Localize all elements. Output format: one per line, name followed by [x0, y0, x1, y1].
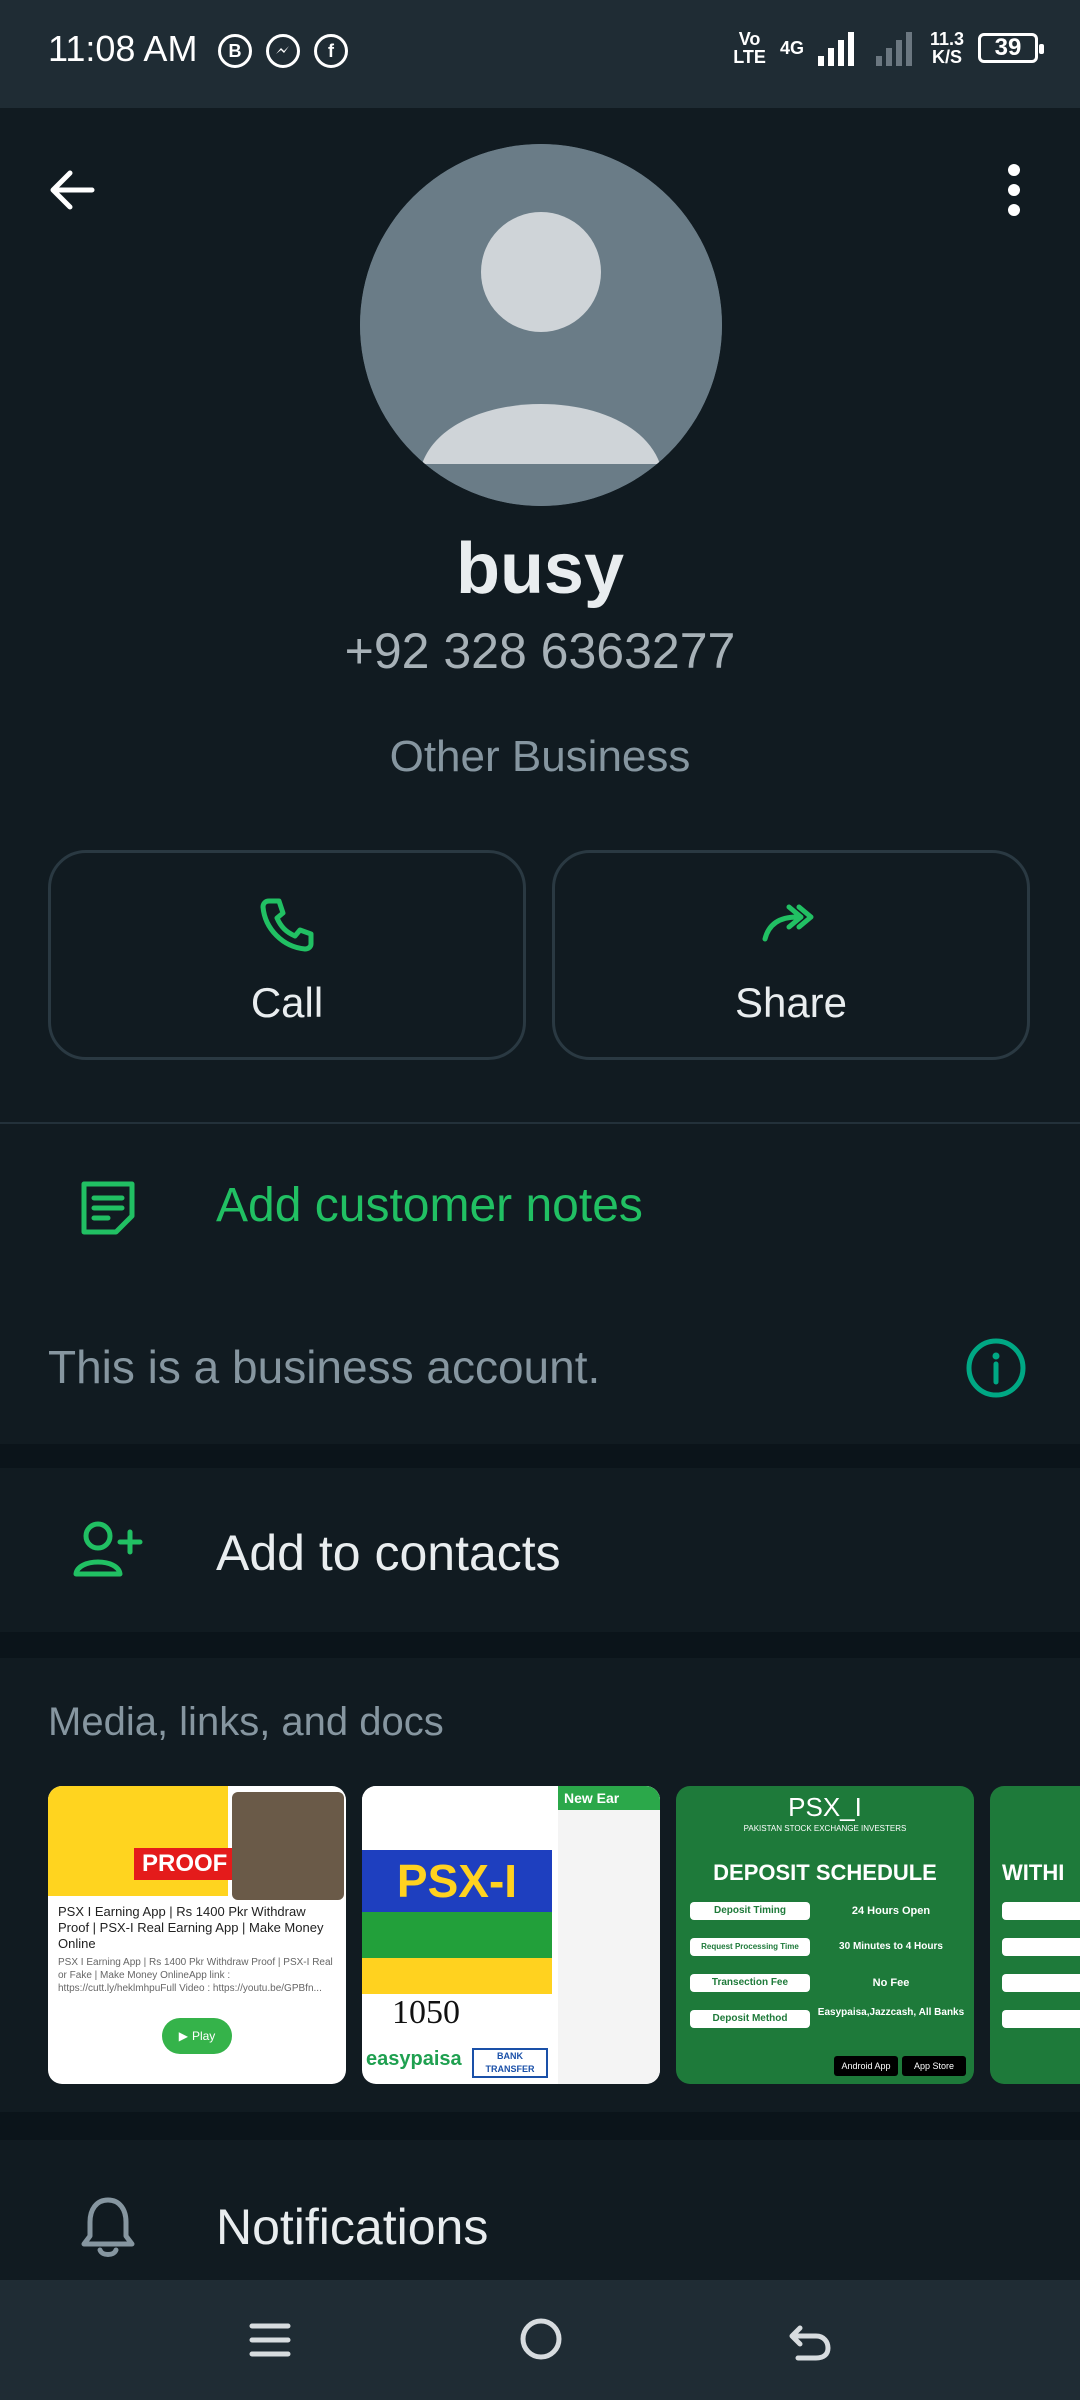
thumb2-green-band [362, 1912, 552, 1958]
section-gap [0, 2112, 1080, 2140]
signal-icon [817, 32, 854, 66]
add-to-contacts-label: Add to contacts [216, 1525, 561, 1581]
media-section-title: Media, links, and docs [48, 1700, 444, 1744]
thumb1-play-button[interactable]: ▶ Play [162, 2018, 232, 2054]
thumb3-row-3-value: No Fee [872, 1977, 910, 1989]
thumb3-row-1-key: Deposit Timing [690, 1902, 810, 1920]
thumb3-brand: PSX_I [788, 1792, 862, 1822]
thumb3-row-3-key: Transection Fee [690, 1974, 810, 1992]
notification-icons: B f [218, 34, 348, 68]
home-icon[interactable] [518, 2316, 564, 2362]
thumb4-heading: WITHI [1002, 1860, 1065, 1885]
call-label: Call [250, 979, 324, 1026]
business-account-row[interactable]: This is a business account. [0, 1294, 1080, 1444]
thumb4-row [1002, 1938, 1080, 1956]
business-account-label: This is a business account. [48, 1341, 601, 1393]
thumb1-proof-label: PROOF [134, 1848, 236, 1880]
section-gap [0, 1632, 1080, 1658]
thumb2-brand: PSX-I [362, 1850, 552, 1912]
thumb4-row [1002, 2010, 1080, 2028]
thumb2-easypaisa: easypaisa [366, 2048, 462, 2070]
back-nav-icon[interactable] [786, 2316, 834, 2364]
add-to-contacts-row[interactable]: Add to contacts [0, 1468, 1080, 1632]
status-time: 11:08 AM [48, 28, 198, 69]
thumb2-phone-panel [558, 1786, 660, 2084]
add-person-icon [73, 1521, 143, 1577]
thumb3-android-badge: Android App [834, 2056, 898, 2076]
default-person-icon [360, 144, 722, 506]
add-customer-notes-row[interactable]: Add customer notes [0, 1124, 1080, 1294]
back-arrow-icon [50, 170, 95, 210]
play-icon: ▶ [178, 2029, 188, 2043]
media-thumb-1[interactable]: PROOF PSX I Earning App | Rs 1400 Pkr Wi… [48, 1786, 346, 2084]
thumb3-row-4-key: Deposit Method [690, 2010, 810, 2028]
network-speed: 11.3 K/S [929, 29, 964, 67]
thumb2-top [362, 1786, 552, 1846]
media-thumb-3[interactable]: PSX_I PAKISTAN STOCK EXCHANGE INVESTERS … [676, 1786, 974, 2084]
thumb3-row-2-key: Request Processing Time [690, 1938, 810, 1956]
battery-indicator: 39 [978, 33, 1044, 63]
notifications-row[interactable]: Notifications [0, 2140, 1080, 2280]
profile-avatar[interactable] [360, 144, 722, 506]
contact-phone: +92 328 6363277 [344, 623, 736, 679]
media-links-docs-section[interactable]: Media, links, and docs PROOF PSX I Earni… [0, 1658, 1080, 2112]
more-options-button[interactable] [994, 160, 1034, 220]
section-gap [0, 1444, 1080, 1468]
signal-icon-secondary [875, 32, 912, 66]
network-type: 4G [779, 38, 804, 58]
media-thumb-4[interactable]: WITHI [990, 1786, 1080, 2084]
back-button[interactable] [42, 160, 102, 220]
b-app-icon: B [218, 34, 252, 68]
thumb4-row [1002, 1902, 1080, 1920]
add-customer-notes-label: Add customer notes [216, 1179, 643, 1232]
recent-apps-icon[interactable] [248, 2318, 292, 2362]
thumb1-desc: PSX I Earning App | Rs 1400 Pkr Withdraw… [58, 1957, 333, 1994]
notifications-label: Notifications [216, 2199, 489, 2255]
call-button[interactable]: Call [48, 850, 526, 1060]
info-icon[interactable] [964, 1336, 1028, 1400]
status-bar: 11:08 AM B f Vo LTE 4G 11.3 K/S 39 [0, 0, 1080, 108]
bell-icon [81, 2197, 135, 2257]
more-vert-icon [1008, 164, 1020, 216]
thumb4-row [1002, 1974, 1080, 1992]
share-forward-icon [762, 904, 814, 942]
thumb2-amount: 1050 [392, 1994, 460, 2031]
system-navigation-bar [0, 2280, 1080, 2400]
volte-indicator: Vo LTE [733, 29, 766, 67]
media-thumbnails: PROOF PSX I Earning App | Rs 1400 Pkr Wi… [48, 1786, 1080, 2086]
status-right: Vo LTE 4G 11.3 K/S 39 [733, 29, 1044, 67]
thumb3-appstore-badge: App Store [902, 2056, 966, 2076]
business-category: Other Business [389, 732, 691, 781]
phone-icon [260, 898, 314, 952]
thumb2-bank-transfer: BANK TRANSFER [472, 2048, 548, 2078]
contact-name: busy [455, 529, 625, 609]
thumb3-heading: DEPOSIT SCHEDULE [713, 1860, 937, 1885]
notes-icon [81, 1181, 135, 1235]
thumb3-row-2-value: 30 Minutes to 4 Hours [839, 1941, 943, 1952]
media-thumb-2[interactable]: PSX-I 1050 easypaisa BANK TRANSFER New E… [362, 1786, 660, 2084]
thumb2-yellow-band [362, 1958, 552, 1994]
thumb3-row-1-value: 24 Hours Open [851, 1905, 931, 1917]
thumb1-photo [232, 1792, 344, 1900]
thumb3-row-4-value: Easypaisa,Jazzcash, All Banks [817, 2007, 965, 2018]
thumb2-new-label: New Ear [558, 1786, 660, 1810]
messenger-icon [266, 34, 300, 68]
facebook-icon: f [314, 34, 348, 68]
thumb3-subtitle: PAKISTAN STOCK EXCHANGE INVESTERS [743, 1824, 907, 1833]
share-button[interactable]: Share [552, 850, 1030, 1060]
share-label: Share [734, 979, 848, 1026]
thumb1-headline: PSX I Earning App | Rs 1400 Pkr Withdraw… [58, 1904, 324, 1951]
